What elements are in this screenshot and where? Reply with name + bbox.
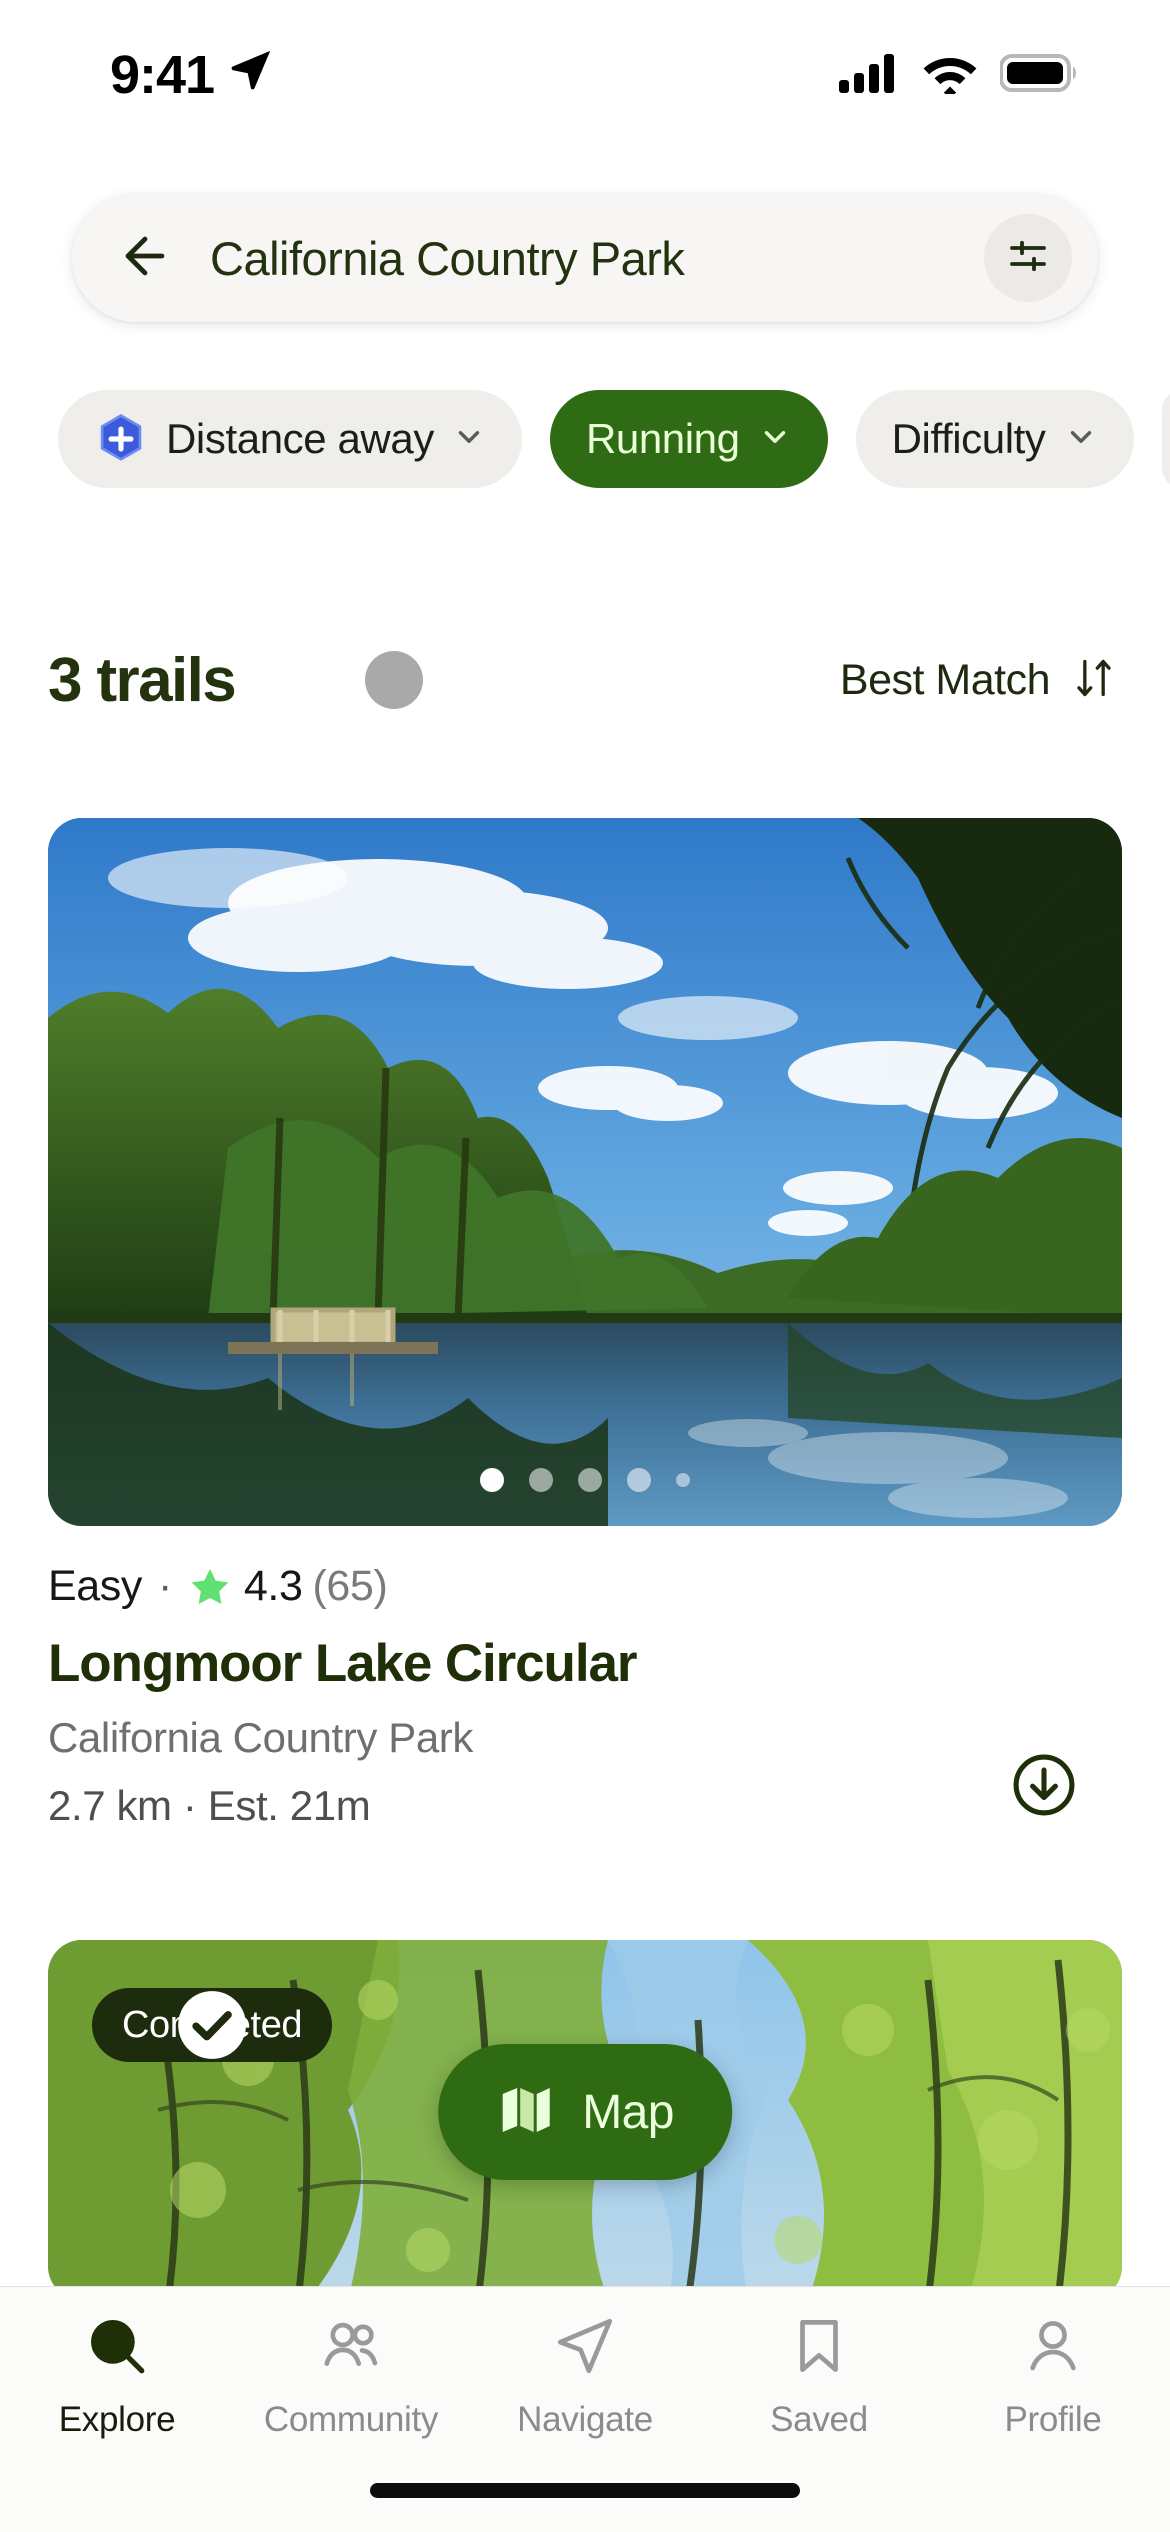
tab-label: Profile <box>1004 2400 1102 2439</box>
filter-chip-distance-away[interactable]: Distance away <box>58 390 522 488</box>
chevron-down-icon <box>1064 420 1098 459</box>
search-bar[interactable]: California Country Park <box>72 194 1098 322</box>
filter-chip-running[interactable]: Running <box>549 390 828 488</box>
photo-dot[interactable] <box>529 1468 553 1492</box>
lake-scene-illustration <box>48 818 1122 1526</box>
trail-park: California Country Park <box>48 1714 473 1761</box>
chevron-down-icon <box>758 420 792 459</box>
filter-chip-label: Difficulty <box>891 415 1046 462</box>
photo-dot[interactable] <box>627 1468 651 1492</box>
trail-meta: Easy · 4.3 (65) Longmoor Lake Circular C… <box>48 1526 1122 1830</box>
tab-label: Explore <box>58 2400 176 2439</box>
photo-dot[interactable] <box>480 1468 504 1492</box>
completed-badge: Completed <box>92 1988 333 2062</box>
filter-chip-difficulty[interactable]: Difficulty <box>855 390 1134 488</box>
back-arrow-icon[interactable] <box>116 227 174 290</box>
trail-stats: 2.7 km · Est. 21m <box>48 1782 371 1829</box>
tab-explore[interactable]: Explore <box>0 2313 234 2440</box>
photo-dot[interactable] <box>578 1468 602 1492</box>
hexagon-plus-icon <box>94 412 148 466</box>
status-bar: 9:41 <box>0 0 1170 150</box>
photo-pagination-dots[interactable] <box>48 1468 1122 1492</box>
tab-saved[interactable]: Saved <box>702 2313 936 2440</box>
filter-chip-label: Distance away <box>166 415 434 462</box>
status-bar-time: 9:41 <box>110 45 215 105</box>
navigate-icon <box>552 2313 618 2384</box>
trail-rating-count: (65) <box>312 1562 388 1610</box>
tab-profile[interactable]: Profile <box>936 2313 1170 2440</box>
trail-name[interactable]: Longmoor Lake Circular <box>48 1633 1122 1694</box>
home-indicator <box>370 2483 800 2498</box>
tab-label: Navigate <box>517 2400 653 2439</box>
people-icon <box>318 2313 384 2384</box>
person-icon <box>1020 2313 1086 2384</box>
map-button[interactable]: Map <box>438 2044 732 2180</box>
loading-dot <box>365 651 424 709</box>
tab-label: Saved <box>770 2400 868 2439</box>
battery-full-icon <box>999 53 1080 98</box>
search-input[interactable]: California Country Park <box>210 231 984 286</box>
filter-sliders-icon <box>1004 232 1052 285</box>
sort-arrows-icon[interactable] <box>1072 656 1116 705</box>
filter-chip-label: Running <box>585 415 740 462</box>
cellular-signal-icon <box>838 52 900 99</box>
sort-label: Best Match <box>839 655 1051 704</box>
search-icon <box>84 2313 150 2384</box>
download-circle-icon[interactable] <box>1008 1749 1080 1826</box>
trail-difficulty: Easy <box>48 1562 142 1610</box>
filter-chip-overflow[interactable] <box>1161 390 1170 488</box>
star-icon <box>188 1565 232 1609</box>
tab-label: Community <box>263 2400 439 2439</box>
photo-dot[interactable] <box>676 1473 690 1487</box>
wifi-icon <box>922 52 978 99</box>
sort-control[interactable]: Best Match <box>840 656 1116 705</box>
tab-community[interactable]: Community <box>234 2313 468 2440</box>
tab-navigate[interactable]: Navigate <box>468 2313 702 2440</box>
filter-chip-row[interactable]: Distance away Running Difficulty <box>0 383 1170 495</box>
results-header: 3 trails Best Match <box>0 620 1170 740</box>
trail-photo[interactable] <box>48 818 1122 1526</box>
meta-separator: · <box>158 1562 172 1610</box>
map-folded-icon <box>496 2080 556 2145</box>
location-arrow-icon <box>228 44 274 106</box>
status-bar-indicators <box>838 52 1080 99</box>
trail-rating-row: Easy · 4.3 (65) <box>48 1562 1122 1611</box>
trail-card[interactable]: Easy · 4.3 (65) Longmoor Lake Circular C… <box>48 818 1122 1830</box>
results-count: 3 trails <box>48 645 237 715</box>
map-button-label: Map <box>582 2085 674 2139</box>
chevron-down-icon <box>452 420 486 459</box>
trail-rating: 4.3 <box>243 1562 303 1610</box>
status-bar-time-group: 9:41 <box>110 44 274 106</box>
bookmark-icon <box>786 2313 852 2384</box>
filter-button[interactable] <box>984 214 1072 302</box>
